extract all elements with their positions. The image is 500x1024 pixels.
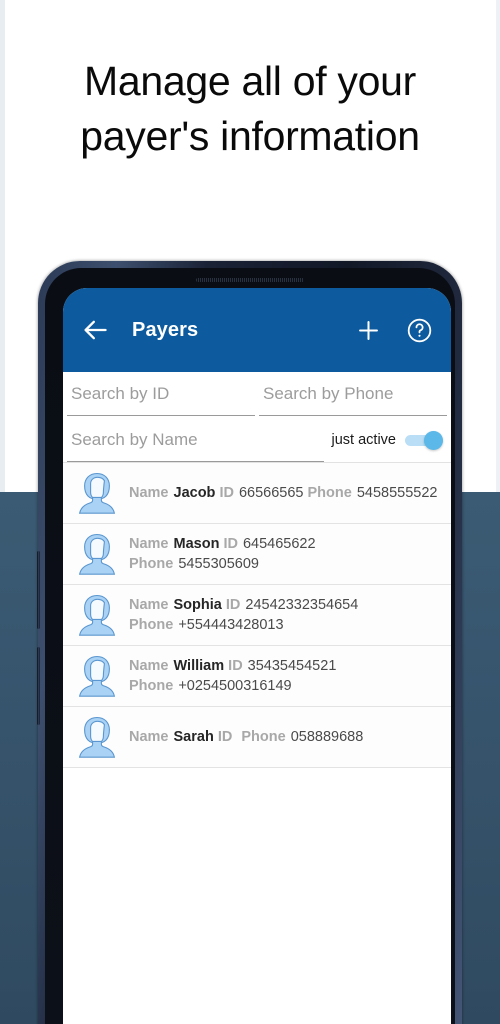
payer-name-line: Name William — [129, 658, 228, 674]
name-label: Name — [129, 596, 169, 613]
payer-id-line: ID 35435454521 — [228, 658, 336, 674]
id-value: 24542332354654 — [245, 596, 359, 613]
payer-list: Name Jacob ID 66566565 Phone 5458555522 Nam… — [63, 462, 451, 768]
phone-bezel: Payers Search by ID Search by Phone Sear… — [45, 268, 455, 1024]
plus-icon[interactable] — [353, 315, 383, 345]
avatar — [71, 467, 123, 519]
name-value: Sophia — [173, 596, 222, 613]
name-value: Jacob — [173, 484, 216, 501]
phone-label: Phone — [129, 678, 174, 694]
search-name-placeholder: Search by Name — [71, 429, 198, 449]
payer-name-line: Name Sophia — [129, 597, 226, 613]
switch-thumb — [424, 430, 443, 450]
search-input-phone[interactable]: Search by Phone — [259, 372, 447, 416]
phone-value: 058889688 — [290, 728, 364, 745]
search-input-id[interactable]: Search by ID — [67, 372, 255, 416]
name-label: Name — [129, 535, 169, 552]
phone-screen: Payers Search by ID Search by Phone Sear… — [63, 288, 451, 1024]
phone-label: Phone — [241, 728, 286, 745]
payer-phone-line: Phone 5455305609 — [129, 556, 259, 572]
payer-phone-line: Phone 5458555522 — [308, 485, 438, 501]
search-id-placeholder: Search by ID — [71, 383, 170, 403]
id-value: 645465622 — [242, 535, 316, 552]
list-item[interactable]: Name William ID 35435454521 Phone +02545003… — [63, 646, 451, 707]
search-input-name[interactable]: Search by Name — [67, 418, 324, 462]
earpiece-speaker-grille — [196, 278, 304, 282]
id-label: ID — [225, 596, 241, 613]
phone-value: 5458555522 — [356, 484, 438, 501]
phone-value: +554443428013 — [178, 617, 284, 633]
search-area: Search by ID Search by Phone Search by N… — [63, 372, 451, 462]
just-active-label: just active — [331, 432, 396, 448]
name-label: Name — [129, 728, 169, 745]
phone-label: Phone — [129, 617, 174, 633]
name-label: Name — [129, 657, 169, 674]
list-item[interactable]: Name Sarah ID Phone 058889688 — [63, 707, 451, 768]
just-active-switch[interactable] — [405, 430, 443, 450]
id-label: ID — [219, 484, 234, 501]
payer-id-line: ID 645465622 — [223, 536, 315, 552]
payer-fields: Name Sophia ID 24542332354654 Phone +554443… — [129, 595, 445, 636]
just-active-toggle-group[interactable]: just active — [324, 418, 449, 462]
payer-name-line: Name Jacob — [129, 485, 219, 501]
avatar — [71, 528, 123, 580]
payer-phone-line: Phone +0254500316149 — [129, 678, 292, 694]
headline-line-2: payer's information — [80, 113, 420, 159]
volume-down-button[interactable] — [37, 647, 40, 725]
phone-label: Phone — [307, 484, 352, 501]
name-value: William — [173, 657, 225, 674]
promo-screenshot: Manage all of your payer's information P… — [0, 0, 500, 1024]
promo-headline: Manage all of your payer's information — [0, 54, 500, 164]
arrow-left-icon[interactable] — [80, 315, 110, 345]
id-label: ID — [217, 728, 233, 745]
volume-up-button[interactable] — [37, 551, 40, 629]
avatar — [71, 711, 123, 763]
name-value: Mason — [173, 535, 220, 552]
help-circle-icon[interactable] — [404, 315, 434, 345]
id-value: 66566565 — [238, 484, 304, 501]
phone-value: 5455305609 — [178, 556, 259, 572]
payer-id-line: ID 24542332354654 — [226, 597, 358, 613]
payer-phone-line: Phone +554443428013 — [129, 617, 284, 633]
id-value: 35435454521 — [247, 657, 337, 674]
payer-phone-line: Phone 058889688 — [241, 729, 363, 745]
payer-id-line: ID 66566565 — [219, 485, 307, 501]
app-bar: Payers — [63, 288, 451, 372]
headline-line-1: Manage all of your — [84, 58, 416, 104]
payer-fields: Name Sarah ID Phone 058889688 — [129, 727, 445, 748]
phone-value: +0254500316149 — [178, 678, 292, 694]
payer-fields: Name Jacob ID 66566565 Phone 5458555522 — [129, 483, 445, 504]
search-phone-placeholder: Search by Phone — [263, 383, 394, 403]
list-item[interactable]: Name Sophia ID 24542332354654 Phone +554443… — [63, 585, 451, 646]
name-value: Sarah — [173, 728, 214, 745]
id-label: ID — [228, 657, 243, 674]
payer-id-line: ID — [218, 729, 242, 745]
list-item[interactable]: Name Mason ID 645465622 Phone 5455305609 — [63, 524, 451, 585]
phone-label: Phone — [129, 556, 174, 572]
phone-device-frame: Payers Search by ID Search by Phone Sear… — [37, 261, 462, 1024]
search-row-bottom: Search by Name just active — [65, 418, 449, 462]
name-label: Name — [129, 484, 169, 501]
avatar — [71, 589, 123, 641]
id-label: ID — [223, 535, 238, 552]
payer-fields: Name Mason ID 645465622 Phone 5455305609 — [129, 534, 445, 575]
search-row-top: Search by ID Search by Phone — [65, 372, 449, 416]
payer-name-line: Name Sarah — [129, 729, 218, 745]
avatar — [71, 650, 123, 702]
app-bar-title: Payers — [132, 318, 199, 341]
payer-fields: Name William ID 35435454521 Phone +02545003… — [129, 656, 445, 697]
payer-name-line: Name Mason — [129, 536, 223, 552]
list-item[interactable]: Name Jacob ID 66566565 Phone 5458555522 — [63, 463, 451, 524]
